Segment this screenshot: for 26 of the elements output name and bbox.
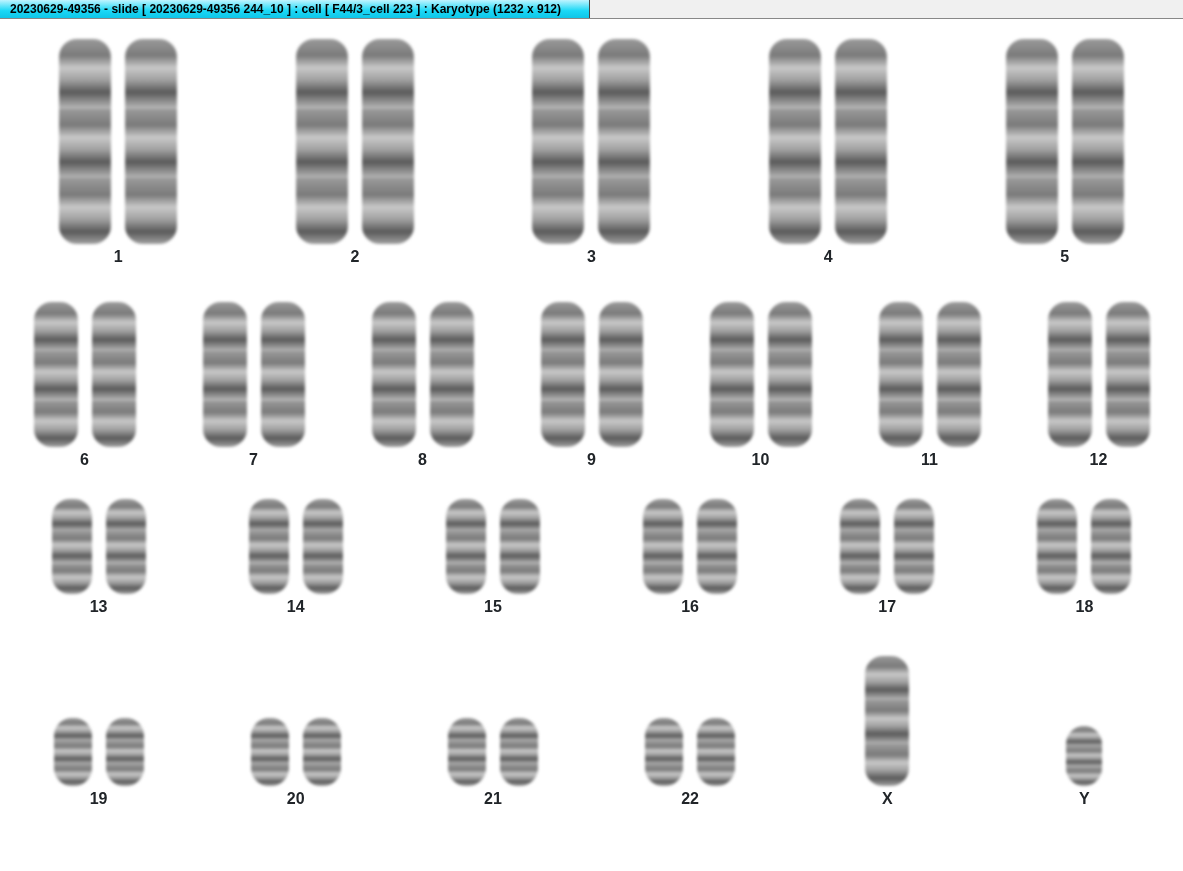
chromosome-label: 1: [113, 248, 123, 266]
chromosome-label: 16: [681, 598, 699, 616]
chromosome-label: 7: [249, 451, 258, 469]
chromosome-label: 3: [587, 248, 596, 266]
chromosome-label: 20: [286, 790, 305, 808]
chromosome-label: 19: [89, 790, 108, 808]
chromosome-label: 8: [418, 451, 427, 469]
chromosome-label: 11: [921, 451, 938, 469]
chromosome-label: 14: [286, 598, 305, 616]
chromosome-drawing: [1066, 726, 1103, 786]
chromosome-label: X: [881, 790, 893, 808]
chromosome-label: 6: [80, 451, 89, 469]
chromosome-label: 13: [89, 598, 108, 616]
chromosome-label: 4: [823, 248, 833, 266]
chromosome-label: 22: [681, 790, 699, 808]
window-title: 20230629-49356 - slide [ 20230629-49356 244_10 ] : cell [ F44/3_cell 223 ] : Karyotype (1232 x 912): [0, 0, 590, 18]
chromosome-label: 17: [878, 598, 897, 616]
chromosome-label: 18: [1075, 598, 1094, 616]
chromosome-label: 12: [1089, 451, 1108, 469]
chromosome-label: Y: [1079, 790, 1090, 808]
chromosome-label: 9: [587, 451, 596, 469]
chromosome-label: 10: [751, 451, 770, 469]
chromosome-label: 5: [1060, 248, 1070, 266]
chromosome-label: 21: [484, 790, 502, 808]
chromosome-label: 15: [484, 598, 502, 616]
chromosome-label: 2: [350, 248, 360, 266]
